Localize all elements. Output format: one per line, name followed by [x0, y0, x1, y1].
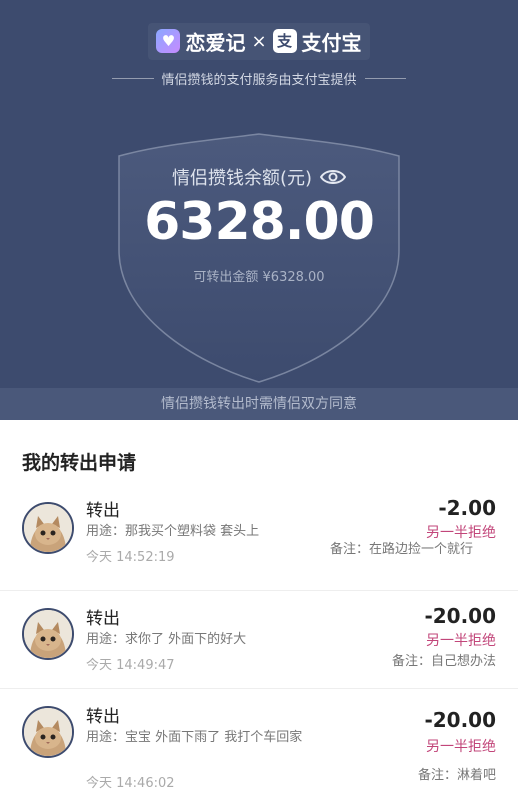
cat-avatar — [22, 502, 74, 554]
request-purpose: 用途：求你了 外面下的好大 — [86, 632, 247, 647]
request-note: 备注：淋着吧 — [417, 768, 496, 783]
balance-amount: 6328.00 — [144, 192, 375, 252]
request-status: 另一半拒绝 — [426, 525, 496, 541]
request-type: 转出 — [86, 501, 120, 521]
eye-icon[interactable] — [320, 168, 347, 186]
request-purpose: 用途：那我买个塑料袋 套头上 — [86, 524, 260, 539]
service-provider-text: 情侣攒钱的支付服务由支付宝提供 — [161, 72, 357, 88]
request-time: 今天 14:46:02 — [86, 776, 175, 791]
request-type: 转出 — [86, 609, 120, 629]
request-amount: -20.00 — [424, 604, 496, 628]
brand-right-name: 支付宝 — [301, 30, 362, 55]
brand-box: ♥ 恋爱记 × 支 支付宝 — [148, 22, 370, 60]
subtitle-divider-right — [364, 77, 407, 79]
service-provider-row: 情侣攒钱的支付服务由支付宝提供 — [112, 68, 407, 88]
brand-bar: ♥ 恋爱记 × 支 支付宝 — [0, 22, 518, 60]
brand-separator: × — [251, 30, 267, 52]
alipay-logo-icon: 支 — [272, 29, 297, 53]
request-time: 今天 14:52:19 — [86, 550, 175, 565]
section-title: 我的转出申请 — [22, 452, 137, 474]
list-divider — [0, 590, 518, 591]
request-note: 备注：自己想办法 — [391, 654, 496, 669]
request-type: 转出 — [86, 707, 120, 727]
request-item[interactable]: 转出 用途：那我买个塑料袋 套头上 今天 14:52:19 -2.00 另一半拒… — [0, 488, 518, 588]
request-amount: -20.00 — [424, 708, 496, 732]
cat-avatar — [22, 608, 74, 660]
request-item[interactable]: 转出 用途：求你了 外面下的好大 今天 14:49:47 -20.00 另一半拒… — [0, 594, 518, 686]
request-time: 今天 14:49:47 — [86, 658, 175, 673]
request-item[interactable]: 转出 用途：宝宝 外面下雨了 我打个车回家 今天 14:46:02 -20.00… — [0, 692, 518, 800]
request-purpose: 用途：宝宝 外面下雨了 我打个车回家 — [86, 730, 303, 745]
subtitle-divider-left — [112, 77, 154, 79]
request-amount: -2.00 — [438, 496, 496, 520]
request-status: 另一半拒绝 — [426, 633, 496, 649]
brand-left-name: 恋爱记 — [185, 30, 246, 55]
available-amount: 可转出金额 ¥6328.00 — [193, 270, 325, 285]
request-status: 另一半拒绝 — [426, 739, 496, 755]
balance-label-row: 情侣攒钱余额(元) — [0, 164, 518, 190]
balance-label: 情侣攒钱余额(元) — [171, 168, 313, 189]
savings-header: ♥ 恋爱记 × 支 支付宝 情侣攒钱的支付服务由支付宝提供 情侣攒钱余额(元) … — [0, 0, 518, 420]
list-divider — [0, 688, 518, 689]
request-note: 备注：在路边捡一个就行 — [330, 542, 474, 557]
consent-notice: 情侣攒钱转出时需情侣双方同意 — [0, 388, 518, 420]
love-app-logo-icon: ♥ — [156, 29, 181, 53]
cat-avatar — [22, 706, 74, 758]
